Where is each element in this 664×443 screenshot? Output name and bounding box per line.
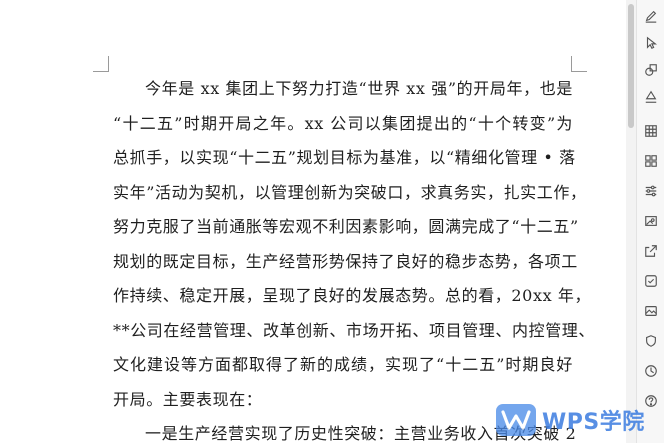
shield-icon[interactable]	[642, 332, 660, 350]
page-corner-mark-top-right	[571, 56, 587, 72]
history-icon[interactable]	[642, 362, 660, 380]
text-line: 规划的既定目标，生产经营形势保持了良好的稳步态势，各项工	[113, 251, 578, 271]
right-side-toolbar	[636, 0, 664, 443]
table-icon[interactable]	[642, 122, 660, 140]
edit-pen-icon[interactable]	[642, 7, 660, 25]
text-line: 总抓手，以实现“十二五”规划目标为基准，以“精细化管理 • 落	[113, 148, 576, 167]
fill-bucket-icon[interactable]	[642, 88, 660, 106]
text-line: 今年是 xx 集团上下努力打造“世界 xx 强”的开局年，也是	[145, 79, 573, 98]
image-icon[interactable]	[642, 302, 660, 320]
picture-in-frame-icon[interactable]	[642, 212, 660, 230]
watermark-text: WPS学院	[542, 410, 645, 435]
text-line: 作持续、稳定开展，呈现了良好的发展态势。总的看，20xx 年，	[113, 286, 592, 305]
text-line: 努力克服了当前通胀等宏观不利因素影响，圆满完成了“十二五”	[113, 217, 579, 236]
document-body[interactable]: 今年是 xx 集团上下努力打造“世界 xx 强”的开局年，也是 “十二五”时期开…	[113, 72, 596, 443]
grid-apps-icon[interactable]	[642, 152, 660, 170]
select-pointer-icon[interactable]	[642, 34, 660, 52]
vertical-scrollbar[interactable]	[626, 0, 636, 443]
shapes-icon[interactable]	[642, 61, 660, 79]
page-corner-mark-top-left	[93, 56, 109, 72]
spellcheck-icon[interactable]	[642, 272, 660, 290]
adjust-sliders-icon[interactable]	[642, 182, 660, 200]
scrollbar-thumb[interactable]	[628, 4, 634, 128]
text-line: **公司在经营管理、改革创新、市场开拓、项目管理、内控管理、	[113, 320, 596, 340]
text-line: “十二五”时期开局之年。xx 公司以集团提出的“十个转变”为	[113, 113, 573, 133]
text-line: 实年”活动为契机，以管理创新为突破口，求真务实，扎实工作，	[113, 182, 587, 202]
share-export-icon[interactable]	[642, 242, 660, 260]
paragraph-1[interactable]: 今年是 xx 集团上下努力打造“世界 xx 强”的开局年，也是 “十二五”时期开…	[113, 72, 596, 417]
text-line: 文化建设等方面都取得了新的成绩，实现了“十二五”时期良好	[113, 355, 573, 374]
wps-logo-icon	[496, 404, 536, 436]
wps-academy-watermark: WPS学院	[494, 400, 645, 440]
document-canvas[interactable]: 今年是 xx 集团上下努力打造“世界 xx 强”的开局年，也是 “十二五”时期开…	[0, 0, 626, 443]
